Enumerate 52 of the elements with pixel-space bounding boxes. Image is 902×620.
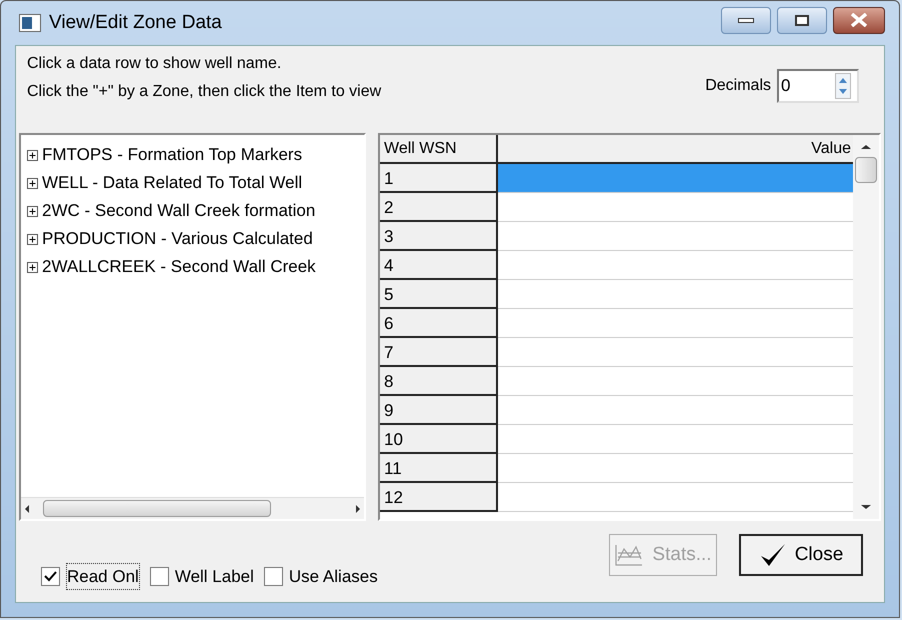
row-header[interactable]: 7 (380, 338, 498, 367)
row-header[interactable]: 11 (380, 454, 498, 483)
scroll-right-icon[interactable] (356, 504, 360, 512)
checked-checkbox[interactable] (41, 566, 60, 586)
row-header[interactable]: 8 (380, 367, 498, 396)
decimals-label: Decimals (705, 76, 771, 96)
maximize-button[interactable] (777, 6, 827, 34)
row-header[interactable]: 3 (380, 222, 498, 251)
decimals-spinner[interactable]: 0 (777, 68, 859, 102)
scroll-left-icon[interactable] (25, 504, 29, 512)
check-icon (44, 570, 57, 582)
instruction-text: Click a data row to show well name. (27, 54, 282, 74)
row-header[interactable]: 2 (380, 193, 498, 222)
row-header[interactable]: 9 (380, 396, 498, 425)
checkbox[interactable] (264, 566, 283, 586)
tree-item[interactable]: PRODUCTION - Various Calculated (27, 225, 364, 253)
window-icon (19, 14, 41, 32)
expand-icon[interactable] (27, 234, 38, 244)
row-header[interactable]: 1 (380, 164, 498, 193)
expand-icon[interactable] (27, 206, 38, 216)
tree-item[interactable]: 2WALLCREEK - Second Wall Creek (27, 253, 364, 281)
close-icon (850, 13, 868, 27)
close-window-button[interactable] (833, 6, 885, 34)
row-header[interactable]: 6 (380, 309, 498, 338)
vertical-scrollbar[interactable] (853, 135, 879, 519)
row-header[interactable]: 12 (380, 483, 498, 512)
chart-icon (614, 543, 644, 567)
checkbox-option[interactable]: Use Aliases (264, 564, 378, 589)
expand-icon[interactable] (27, 178, 38, 188)
row-header[interactable]: 4 (380, 251, 498, 280)
expand-icon[interactable] (27, 262, 38, 272)
scrollbar-thumb[interactable] (855, 157, 877, 183)
scroll-down-icon[interactable] (861, 505, 871, 509)
tree-item[interactable]: WELL - Data Related To Total Well (27, 169, 364, 197)
minimize-button[interactable] (721, 6, 771, 34)
spin-arrows-icon (835, 72, 851, 98)
scrollbar-thumb[interactable] (43, 500, 271, 517)
horizontal-scrollbar[interactable] (21, 497, 364, 519)
value-cell[interactable] (498, 164, 853, 193)
row-header[interactable]: 5 (380, 280, 498, 309)
column-header[interactable]: Well WSN (380, 135, 498, 162)
row-header[interactable]: 10 (380, 425, 498, 454)
column-header[interactable]: Value (498, 135, 853, 162)
scroll-up-icon[interactable] (861, 145, 871, 149)
checkbox-option[interactable]: Well Label (150, 564, 254, 589)
checkbox[interactable] (150, 566, 169, 586)
tree-item[interactable]: FMTOPS - Formation Top Markers (27, 141, 364, 169)
tree-item[interactable]: 2WC - Second Wall Creek formation (27, 197, 364, 225)
window-title: View/Edit Zone Data (49, 10, 222, 35)
instruction-text: Click the "+" by a Zone, then click the Item to view (27, 82, 382, 102)
expand-icon[interactable] (27, 150, 38, 160)
close-button[interactable]: Close (739, 534, 863, 576)
